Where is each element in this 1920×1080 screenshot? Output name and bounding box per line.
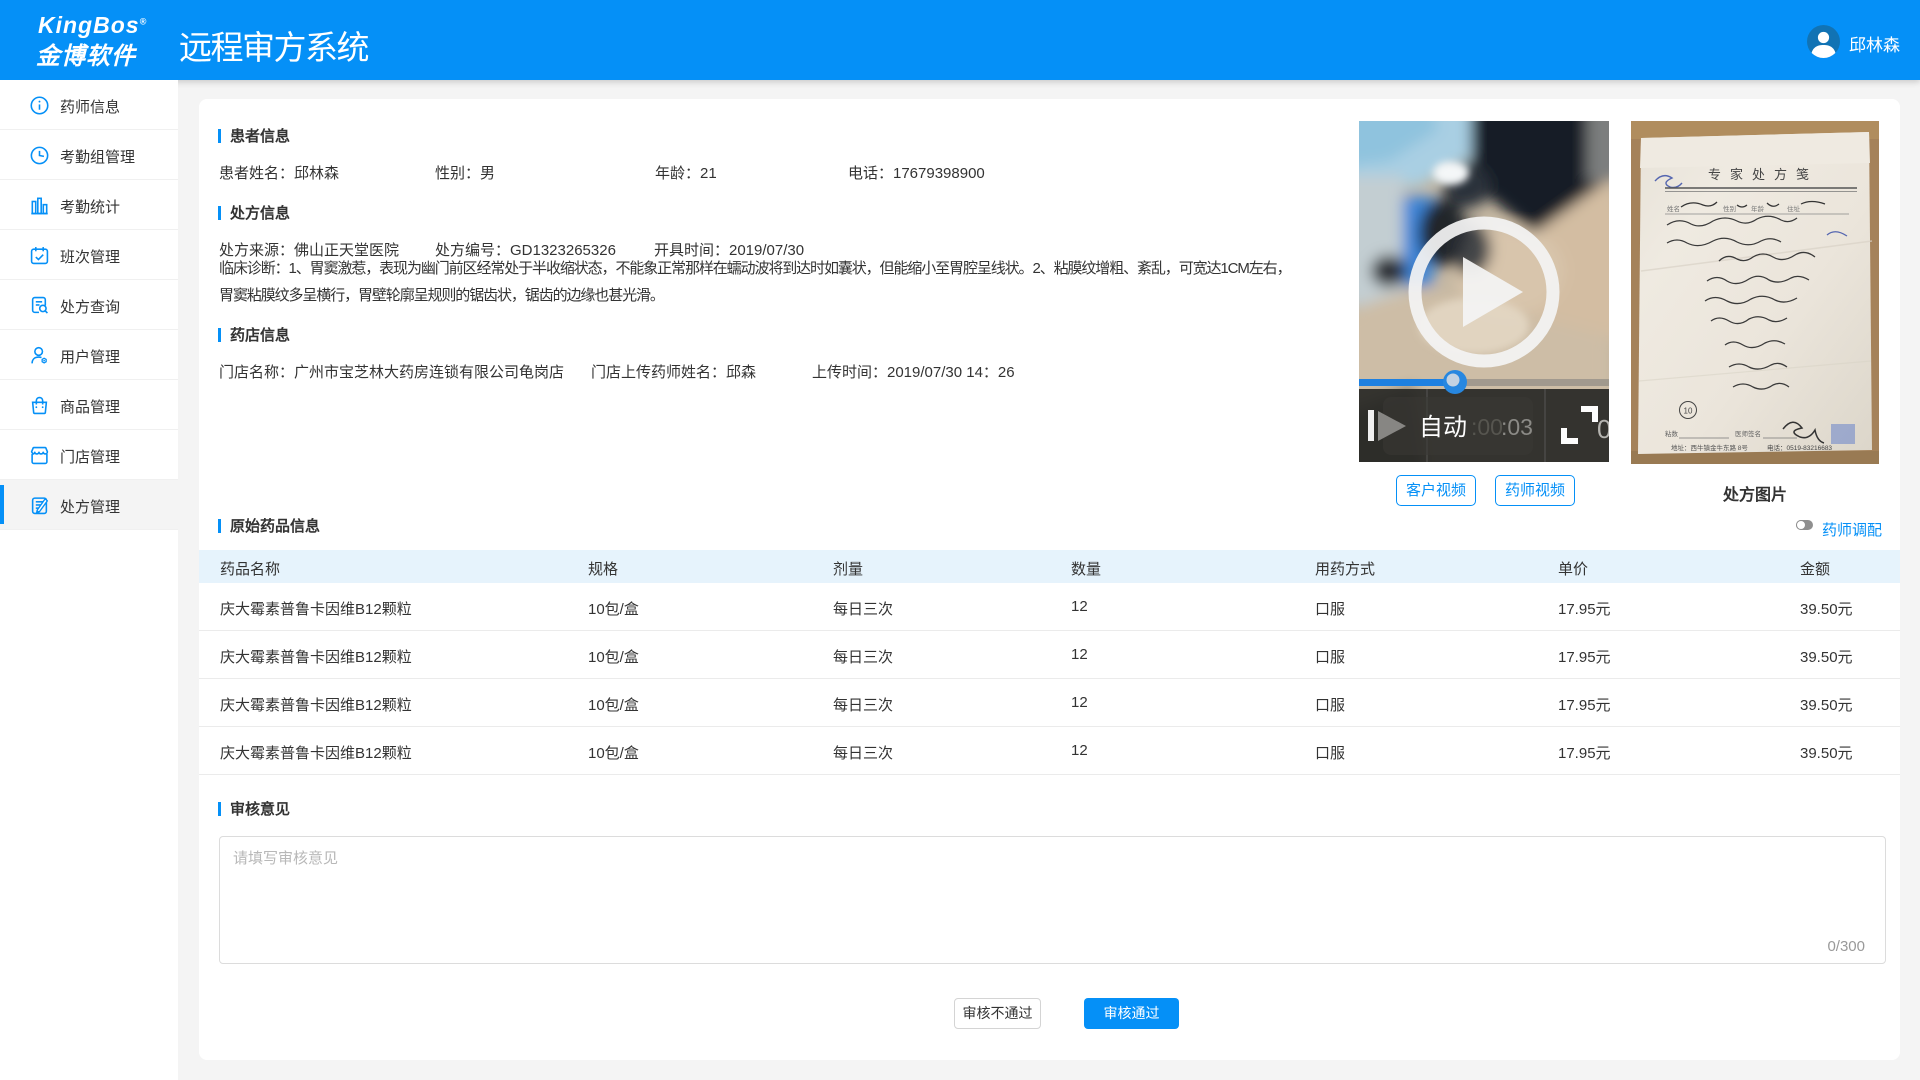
svg-text:粘数: 粘数 (1665, 429, 1679, 438)
svg-text:医师签名: 医师签名 (1735, 429, 1761, 438)
svg-text:电话：0519-83216683: 电话：0519-83216683 (1767, 443, 1832, 452)
svg-text:地址：西牛镇金牛东路 8号: 地址：西牛镇金牛东路 8号 (1671, 443, 1748, 452)
svg-text::03: :03 (1501, 414, 1533, 440)
svg-text::00: :00 (1471, 414, 1503, 440)
svg-text:年龄: 年龄 (1751, 204, 1765, 213)
svg-text:姓名: 姓名 (1667, 204, 1680, 213)
svg-text:专家处方笺: 专家处方笺 (1708, 167, 1818, 182)
svg-text:自动: 自动 (1419, 414, 1467, 441)
svg-text:住址: 住址 (1787, 204, 1801, 213)
svg-text:0: 0 (1597, 414, 1609, 444)
svg-text:性别: 性别 (1723, 204, 1736, 213)
svg-text:10: 10 (1684, 407, 1693, 416)
